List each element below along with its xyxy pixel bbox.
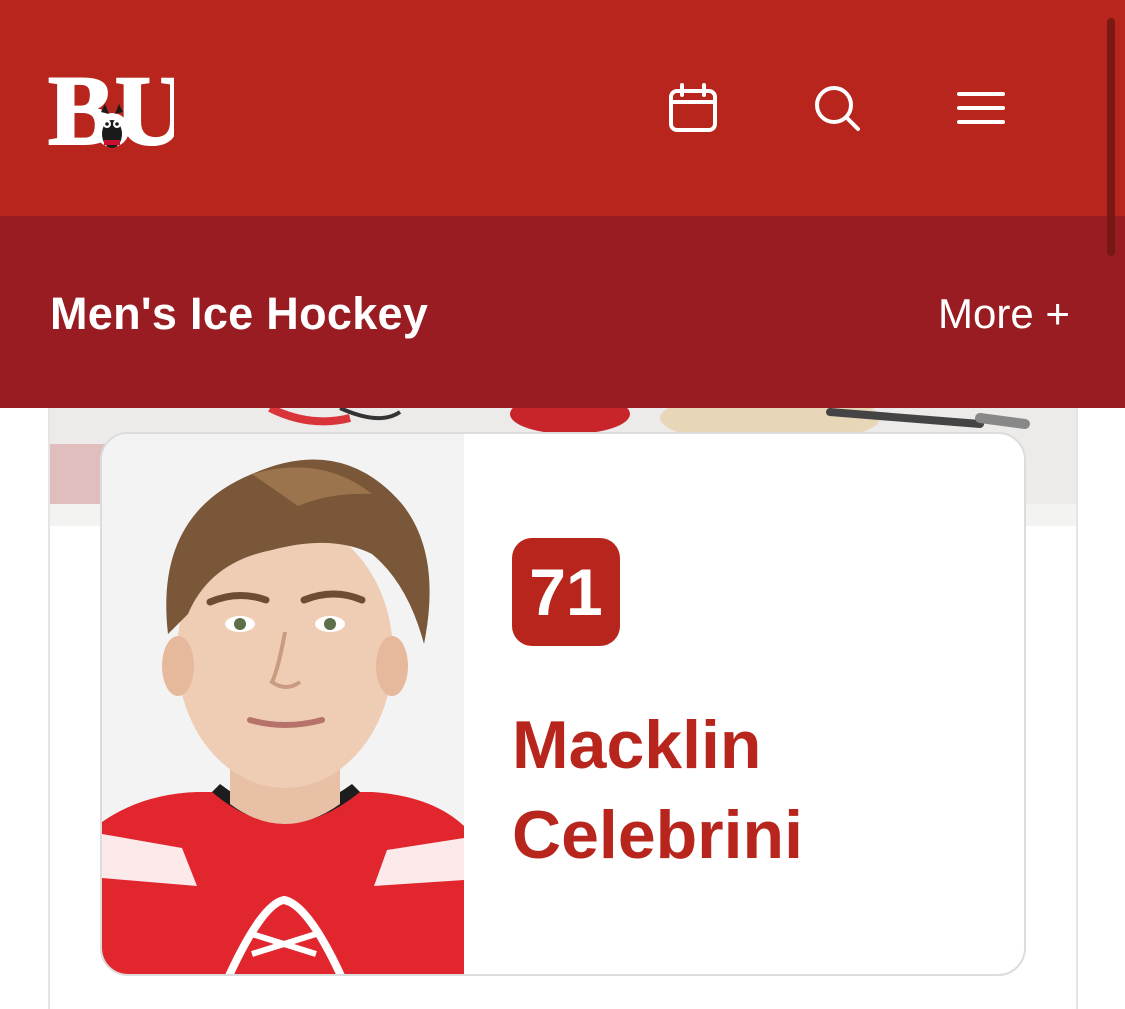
bu-logo[interactable]: BU [46,56,174,158]
player-name[interactable]: Macklin Celebrini [512,700,992,880]
jersey-number-badge: 71 [512,538,620,646]
search-icon[interactable] [810,80,866,136]
scrollbar[interactable] [1107,18,1115,256]
player-headshot [102,434,464,974]
player-first-name: Macklin [512,707,762,783]
calendar-icon[interactable] [665,80,721,136]
hamburger-menu-icon[interactable] [953,80,1009,136]
player-card[interactable]: 71 Macklin Celebrini [100,432,1026,976]
player-last-name: Celebrini [512,797,803,873]
site-header: BU [0,0,1125,216]
more-menu-button[interactable]: More + [938,286,1070,342]
sport-title[interactable]: Men's Ice Hockey [50,286,428,342]
